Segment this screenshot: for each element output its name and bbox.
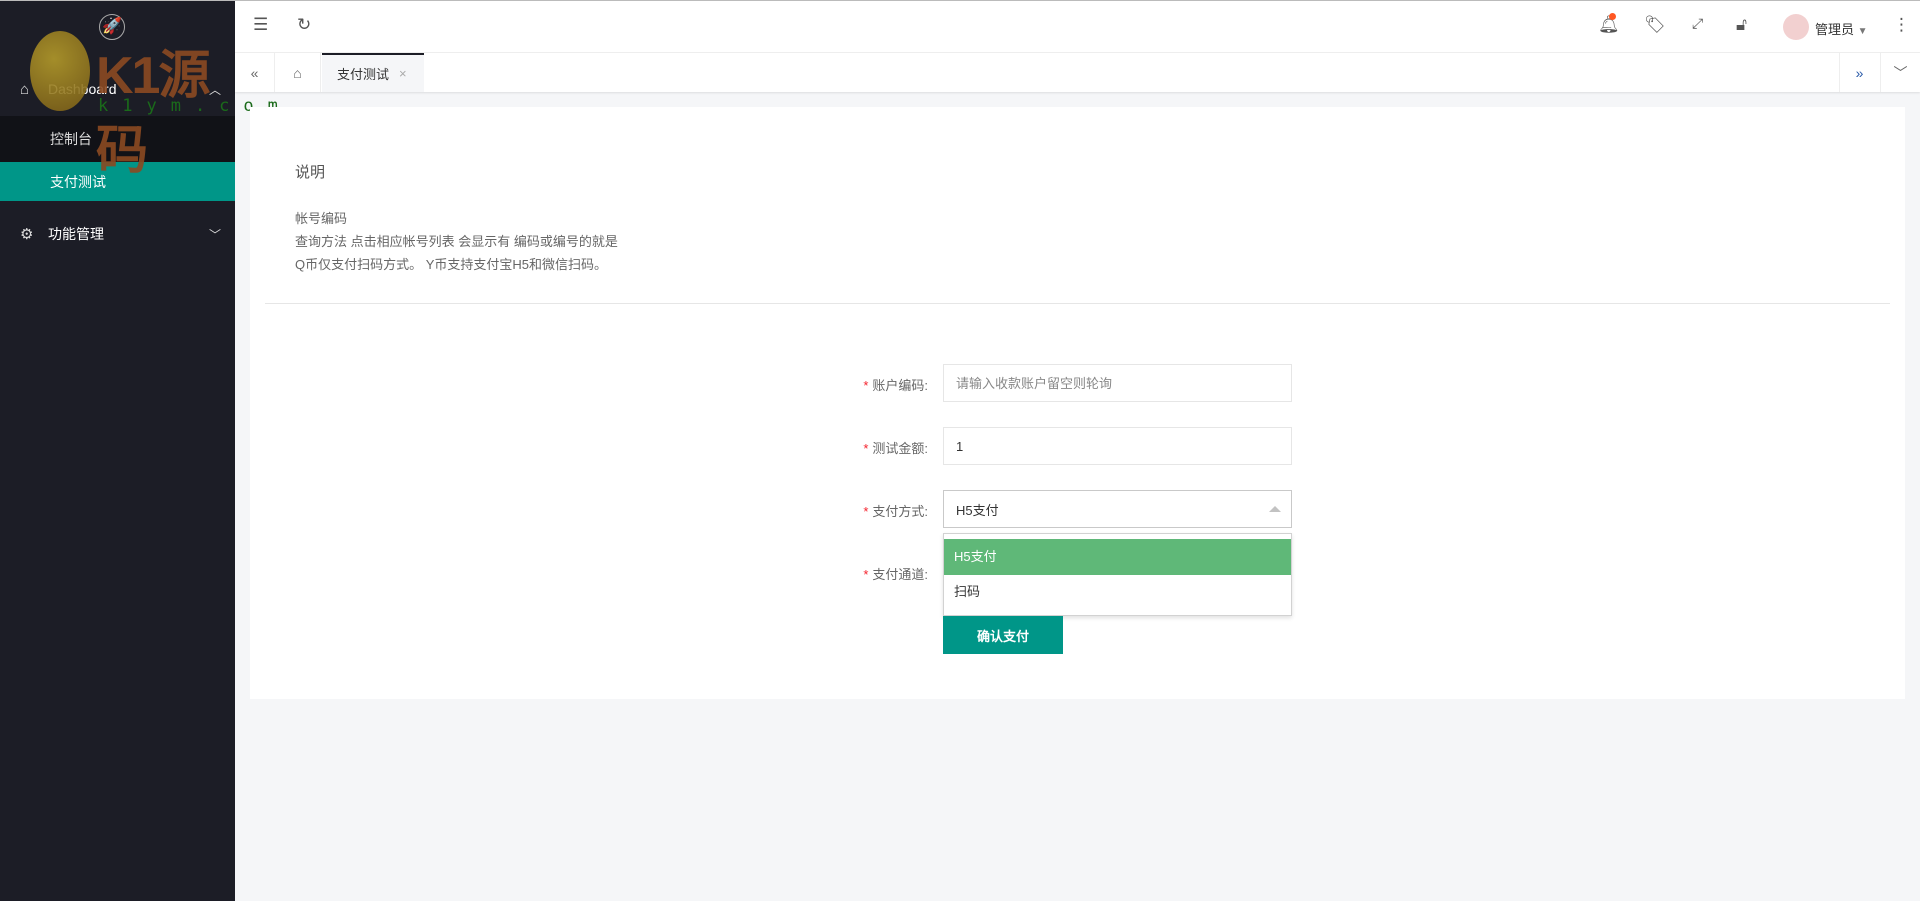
sidebar-group-label: Dashboard — [48, 81, 117, 97]
bell-icon[interactable]: 🔔︎ — [1598, 13, 1620, 35]
chevron-up-icon: ︿ — [208, 82, 221, 97]
close-icon[interactable]: × — [399, 66, 407, 81]
method-label: * 支付方式: — [863, 504, 928, 519]
sidebar-item-label: 控制台 — [50, 131, 92, 147]
account-code-input[interactable] — [943, 364, 1292, 402]
notes-body: 帐号编码 查询方法 点击相应帐号列表 会显示有 编码或编号的就是 Q币仅支付扫码… — [295, 207, 618, 276]
avatar[interactable] — [1783, 14, 1809, 40]
tab-options-chevron-down-icon[interactable]: ﹀ — [1880, 53, 1920, 92]
amount-label: * 测试金额: — [863, 441, 928, 456]
notes-line: 查询方法 点击相应帐号列表 会显示有 编码或编号的就是 — [295, 234, 618, 249]
fullscreen-icon[interactable]: ⤢ — [1692, 15, 1703, 32]
sidebar-item-console[interactable]: 控制台 — [0, 116, 235, 162]
more-vertical-icon[interactable]: ⋮ — [1893, 15, 1910, 35]
sidebar-group-label: 功能管理 — [48, 226, 104, 242]
tab-payment-test[interactable]: 支付测试 × — [322, 53, 424, 92]
caret-up-icon — [1269, 506, 1281, 512]
lock-icon[interactable]: 🔓︎ — [1736, 15, 1747, 35]
collapse-menu-icon[interactable]: ☰ — [253, 15, 268, 35]
notes-line: 帐号编码 — [295, 211, 348, 226]
option-h5[interactable]: H5支付 — [944, 539, 1291, 575]
scroll-tabs-right-icon[interactable]: » — [1839, 53, 1879, 92]
notification-dot — [1609, 13, 1616, 20]
sidebar: ⌂ Dashboard ︿ 控制台 支付测试 ⚙ 功能管理 ﹀ 🚀 K1源码 k… — [0, 1, 278, 901]
channel-label: * 支付通道: — [863, 567, 928, 582]
home-tab-icon[interactable]: ⌂ — [275, 53, 321, 92]
user-menu[interactable]: 管理员 ▼ — [1815, 19, 1868, 38]
refresh-icon[interactable]: ↻ — [297, 15, 311, 35]
gear-icon: ⚙ — [20, 226, 34, 243]
chevron-down-icon: ﹀ — [208, 227, 221, 242]
user-name: 管理员 — [1815, 22, 1855, 37]
tab-label: 支付测试 — [337, 67, 390, 82]
notes-title: 说明 — [295, 164, 326, 181]
sidebar-item-label: 支付测试 — [50, 173, 106, 190]
rocket-icon: 🚀 — [99, 14, 125, 40]
caret-down-icon: ▼ — [1857, 26, 1868, 37]
divider — [265, 303, 1890, 304]
amount-input[interactable] — [943, 427, 1292, 465]
home-icon: ⌂ — [20, 80, 30, 98]
tab-bar: « ⌂ 支付测试 × » ﹀ — [235, 53, 1920, 92]
notes-line: Q币仅支付扫码方式。 Y币支持支付宝H5和微信扫码。 — [295, 257, 608, 272]
sidebar-group-dashboard[interactable]: ⌂ Dashboard ︿ — [0, 65, 235, 113]
payment-method-dropdown: H5支付 扫码 — [943, 533, 1292, 616]
sidebar-item-payment-test[interactable]: 支付测试 — [0, 162, 235, 201]
confirm-payment-button[interactable]: 确认支付 — [943, 616, 1063, 654]
option-scan[interactable]: 扫码 — [944, 575, 1291, 611]
sidebar-group-function-management[interactable]: ⚙ 功能管理 ﹀ — [0, 210, 235, 258]
account-label: * 账户编码: — [863, 378, 928, 393]
payment-method-select[interactable]: H5支付 — [943, 490, 1292, 528]
top-header: ☰ ↻ 🔔︎ 🏷︎ ⤢ 🔓︎ 管理员 ▼ ⋮ — [235, 1, 1920, 53]
tag-icon[interactable]: 🏷︎ — [1644, 15, 1666, 35]
scroll-tabs-left-icon[interactable]: « — [235, 53, 275, 92]
select-value: H5支付 — [956, 502, 999, 518]
